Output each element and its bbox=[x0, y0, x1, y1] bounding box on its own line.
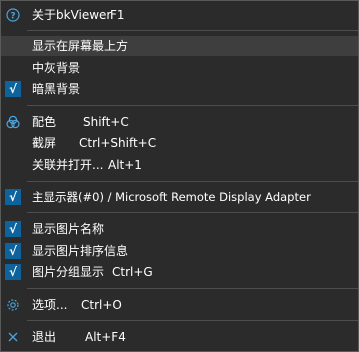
menu-item-label: 主显示器(#0) / Microsoft Remote Display Adap… bbox=[32, 190, 311, 204]
menu-item-shortcut: Ctrl+Shift+C bbox=[79, 136, 157, 150]
menu-item-show-image-name[interactable]: √ 显示图片名称 bbox=[1, 219, 358, 239]
menu-item-shortcut: Shift+C bbox=[83, 115, 129, 129]
menu-item-display[interactable]: √ 主显示器(#0) / Microsoft Remote Display Ad… bbox=[1, 187, 358, 207]
menu-item-shortcut: F1 bbox=[110, 8, 125, 22]
checkmark-icon: √ bbox=[5, 81, 21, 97]
menu-separator bbox=[27, 181, 358, 182]
menu-item-label: 配色 bbox=[32, 115, 57, 129]
menu-item-label: 截屏 bbox=[32, 136, 57, 150]
menu-item-label: 显示在屏幕最上方 bbox=[32, 39, 129, 53]
menu-item-label: 显示图片排序信息 bbox=[32, 244, 129, 258]
menu-item-label: 显示图片名称 bbox=[32, 222, 105, 236]
menu-item-label: 选项... bbox=[32, 298, 68, 312]
menu-separator bbox=[27, 212, 358, 213]
menu-item-shortcut: Ctrl+O bbox=[81, 298, 122, 312]
context-menu: ? 关于bkViewer F1 显示在屏幕最上方 中灰背景 √ 暗黑背景 配色 … bbox=[0, 0, 359, 352]
svg-text:?: ? bbox=[10, 12, 15, 22]
menu-item-label: 中灰背景 bbox=[32, 61, 81, 75]
menu-item-exit[interactable]: 退出 Alt+F4 bbox=[1, 327, 358, 347]
menu-separator bbox=[27, 105, 358, 106]
menu-item-label: 图片分组显示 bbox=[32, 265, 105, 279]
menu-item-color[interactable]: 配色 Shift+C bbox=[1, 112, 358, 132]
menu-separator bbox=[27, 320, 358, 321]
checkmark-icon: √ bbox=[5, 221, 21, 237]
menu-item-screenshot[interactable]: 截屏 Ctrl+Shift+C bbox=[1, 133, 358, 153]
menu-item-label: 退出 bbox=[32, 330, 57, 344]
gear-icon bbox=[5, 297, 21, 313]
checkmark-icon: √ bbox=[5, 243, 21, 259]
checkmark-icon: √ bbox=[5, 264, 21, 280]
menu-item-options[interactable]: 选项... Ctrl+O bbox=[1, 295, 358, 315]
menu-item-show-sort-info[interactable]: √ 显示图片排序信息 bbox=[1, 241, 358, 261]
menu-item-label: 关联并打开... bbox=[32, 158, 104, 172]
menu-item-open-with[interactable]: 关联并打开... Alt+1 bbox=[1, 155, 358, 175]
menu-item-about[interactable]: ? 关于bkViewer F1 bbox=[1, 5, 358, 25]
menu-item-gray-background[interactable]: 中灰背景 bbox=[1, 58, 358, 78]
menu-item-label: 关于bkViewer bbox=[32, 8, 112, 22]
menu-item-group-display[interactable]: √ 图片分组显示 Ctrl+G bbox=[1, 262, 358, 282]
menu-item-shortcut: Alt+F4 bbox=[85, 330, 126, 344]
checkmark-icon: √ bbox=[5, 189, 21, 205]
palette-icon bbox=[5, 114, 21, 130]
menu-item-dark-background[interactable]: √ 暗黑背景 bbox=[1, 79, 358, 99]
menu-item-label: 暗黑背景 bbox=[32, 82, 81, 96]
menu-item-shortcut: Alt+1 bbox=[108, 158, 142, 172]
help-circle-icon: ? bbox=[5, 7, 21, 23]
menu-item-show-top[interactable]: 显示在屏幕最上方 bbox=[1, 36, 358, 56]
menu-item-shortcut: Ctrl+G bbox=[112, 265, 153, 279]
menu-separator bbox=[27, 288, 358, 289]
menu-separator bbox=[27, 30, 358, 31]
close-icon bbox=[5, 329, 21, 345]
